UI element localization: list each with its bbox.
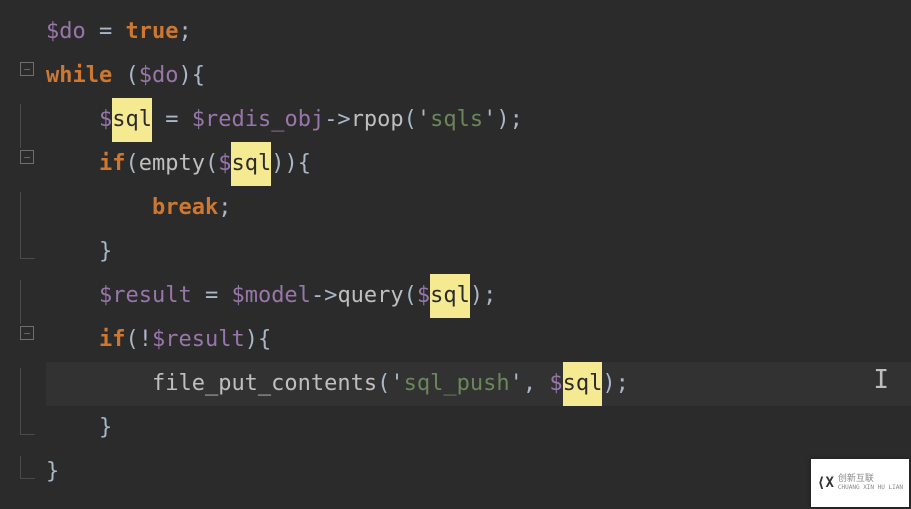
- token-fn: rpop: [351, 98, 404, 142]
- token-op: (: [112, 54, 139, 98]
- token-punct: ;: [178, 10, 191, 54]
- code-area[interactable]: $do = true;while ($do){ $sql = $redis_ob…: [40, 0, 911, 509]
- code-line[interactable]: $do = true;: [46, 10, 911, 54]
- token-var: $: [417, 274, 430, 318]
- token-op: =: [192, 274, 232, 318]
- token-var: $: [99, 98, 112, 142]
- token-var: $result: [99, 274, 192, 318]
- token-op: =: [86, 10, 126, 54]
- code-line[interactable]: while ($do){: [46, 54, 911, 98]
- watermark-sub: CHUANG XIN HU LIAN: [838, 485, 903, 492]
- token-str: sqls: [430, 98, 483, 142]
- token-fn: file_put_contents: [152, 362, 377, 406]
- fold-marker-icon[interactable]: −: [20, 62, 34, 76]
- token-var: $do: [139, 54, 179, 98]
- token-kw: while: [46, 54, 112, 98]
- fold-end-icon: [20, 412, 35, 435]
- token-var: $: [218, 142, 231, 186]
- token-punct: (!: [125, 318, 152, 362]
- scrollbar[interactable]: [899, 0, 909, 509]
- fold-end-icon: [20, 236, 35, 259]
- token-kw: true: [126, 10, 179, 54]
- token-var: $do: [46, 10, 86, 54]
- code-line[interactable]: break;: [46, 186, 911, 230]
- fold-guide: [20, 280, 35, 324]
- token-punct: (: [205, 142, 218, 186]
- code-line[interactable]: file_put_contents('sql_push', $sql);: [46, 362, 911, 406]
- token-kw: if: [99, 142, 126, 186]
- fold-guide: [20, 192, 35, 236]
- token-var: $model: [231, 274, 310, 318]
- token-punct: );: [602, 362, 629, 406]
- token-var: $result: [152, 318, 245, 362]
- watermark-badge: ⟨X 创新互联 CHUANG XIN HU LIAN: [811, 459, 909, 507]
- code-editor[interactable]: − − − $do = true;while ($do){ $sql = $re…: [0, 0, 911, 509]
- fold-guide: [20, 368, 35, 412]
- token-punct: )){: [271, 142, 311, 186]
- token-punct: ){: [178, 54, 205, 98]
- token-punct: }: [99, 230, 112, 274]
- token-punct: ){: [245, 318, 272, 362]
- code-line[interactable]: }: [46, 230, 911, 274]
- token-sel: sql: [430, 274, 470, 318]
- token-fn: empty: [139, 142, 205, 186]
- code-line[interactable]: $sql = $redis_obj->rpop('sqls');: [46, 98, 911, 142]
- token-sel: sql: [563, 362, 603, 406]
- text-cursor-icon: I: [873, 365, 889, 395]
- token-sel: sql: [231, 142, 271, 186]
- token-punct: }: [99, 406, 112, 450]
- token-sel: sql: [112, 98, 152, 142]
- token-punct: (: [125, 142, 138, 186]
- watermark-logo-icon: ⟨X: [817, 475, 834, 491]
- token-punct: }: [46, 450, 59, 494]
- fold-end-icon: [20, 456, 35, 479]
- code-line[interactable]: if(empty($sql)){: [46, 142, 911, 186]
- token-op: ->: [324, 98, 351, 142]
- token-var: $: [549, 362, 562, 406]
- token-op: =: [152, 98, 192, 142]
- code-line[interactable]: if(!$result){: [46, 318, 911, 362]
- token-punct: (: [404, 274, 417, 318]
- token-var: $redis_obj: [192, 98, 324, 142]
- token-str: sql_push: [404, 362, 510, 406]
- fold-guide: [20, 104, 35, 148]
- fold-marker-icon[interactable]: −: [20, 150, 34, 164]
- fold-marker-icon[interactable]: −: [20, 326, 34, 340]
- token-kw: if: [99, 318, 126, 362]
- code-line[interactable]: $result = $model->query($sql);: [46, 274, 911, 318]
- code-line[interactable]: }: [46, 450, 911, 494]
- token-punct: ;: [218, 186, 231, 230]
- token-punct: ',: [510, 362, 550, 406]
- token-punct: (': [377, 362, 404, 406]
- token-op: ->: [311, 274, 338, 318]
- token-punct: (': [404, 98, 431, 142]
- token-punct: );: [470, 274, 497, 318]
- token-kw: break: [152, 186, 218, 230]
- token-punct: ');: [483, 98, 523, 142]
- token-fn: query: [337, 274, 403, 318]
- gutter: − − −: [0, 0, 40, 509]
- code-line[interactable]: }: [46, 406, 911, 450]
